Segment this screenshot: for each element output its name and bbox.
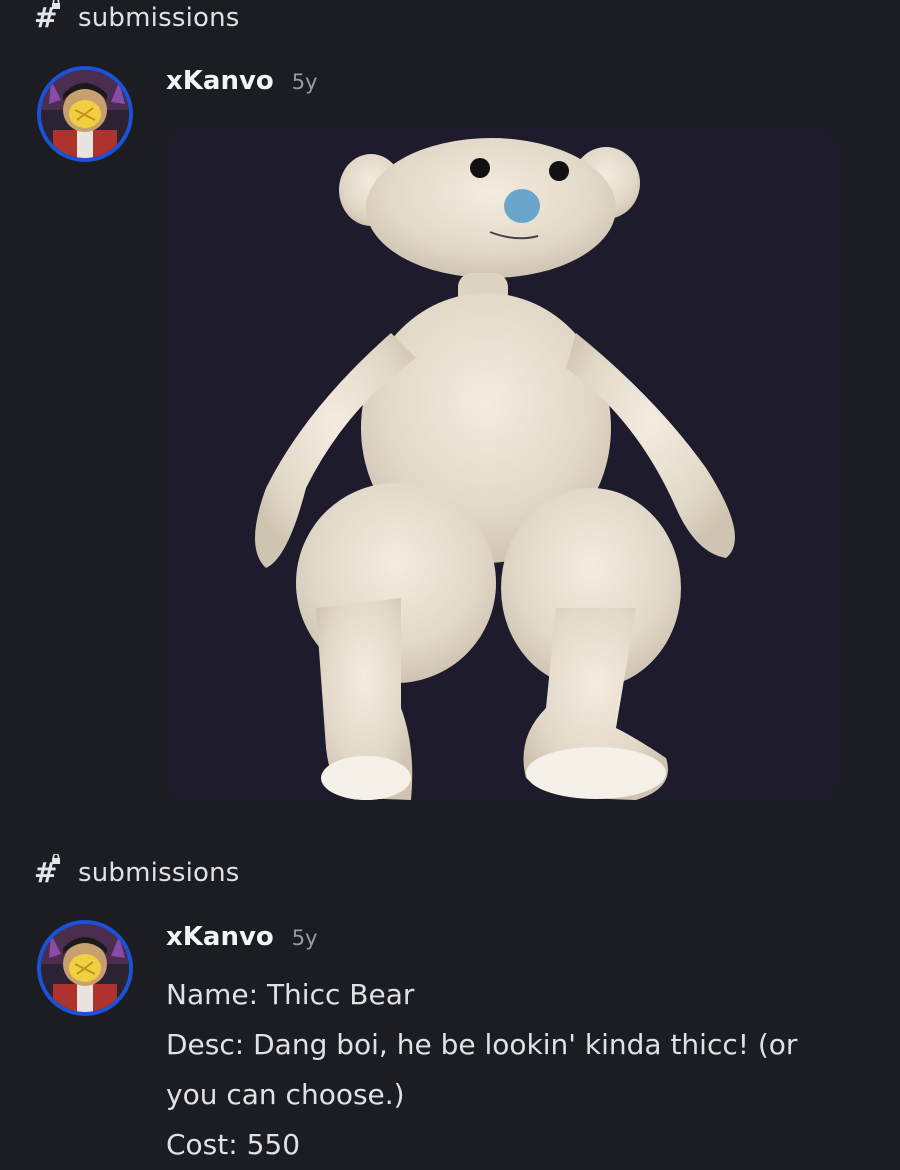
message-line: Cost: 550	[166, 1128, 301, 1161]
channel-name: submissions	[78, 3, 240, 33]
author-name[interactable]: xKanvo	[166, 66, 274, 96]
image-attachment[interactable]	[166, 128, 838, 802]
avatar[interactable]	[37, 66, 133, 162]
channel-header[interactable]: # submissions	[34, 854, 240, 891]
message-line: Desc: Dang boi, he be lookin' kinda thic…	[166, 1028, 798, 1061]
author-name[interactable]: xKanvo	[166, 922, 274, 952]
channel-header[interactable]: # submissions	[34, 0, 240, 36]
message-line: Name: Thicc Bear	[166, 978, 415, 1011]
channel-name: submissions	[78, 858, 240, 888]
locked-hash-icon: #	[34, 854, 68, 888]
locked-hash-icon: #	[34, 0, 68, 33]
avatar[interactable]	[37, 920, 133, 1016]
message-content: Name: Thicc Bear Desc: Dang boi, he be l…	[166, 970, 866, 1170]
message-timestamp: 5y	[291, 70, 318, 94]
message-line: you can choose.)	[166, 1078, 405, 1111]
message-timestamp: 5y	[291, 926, 318, 950]
